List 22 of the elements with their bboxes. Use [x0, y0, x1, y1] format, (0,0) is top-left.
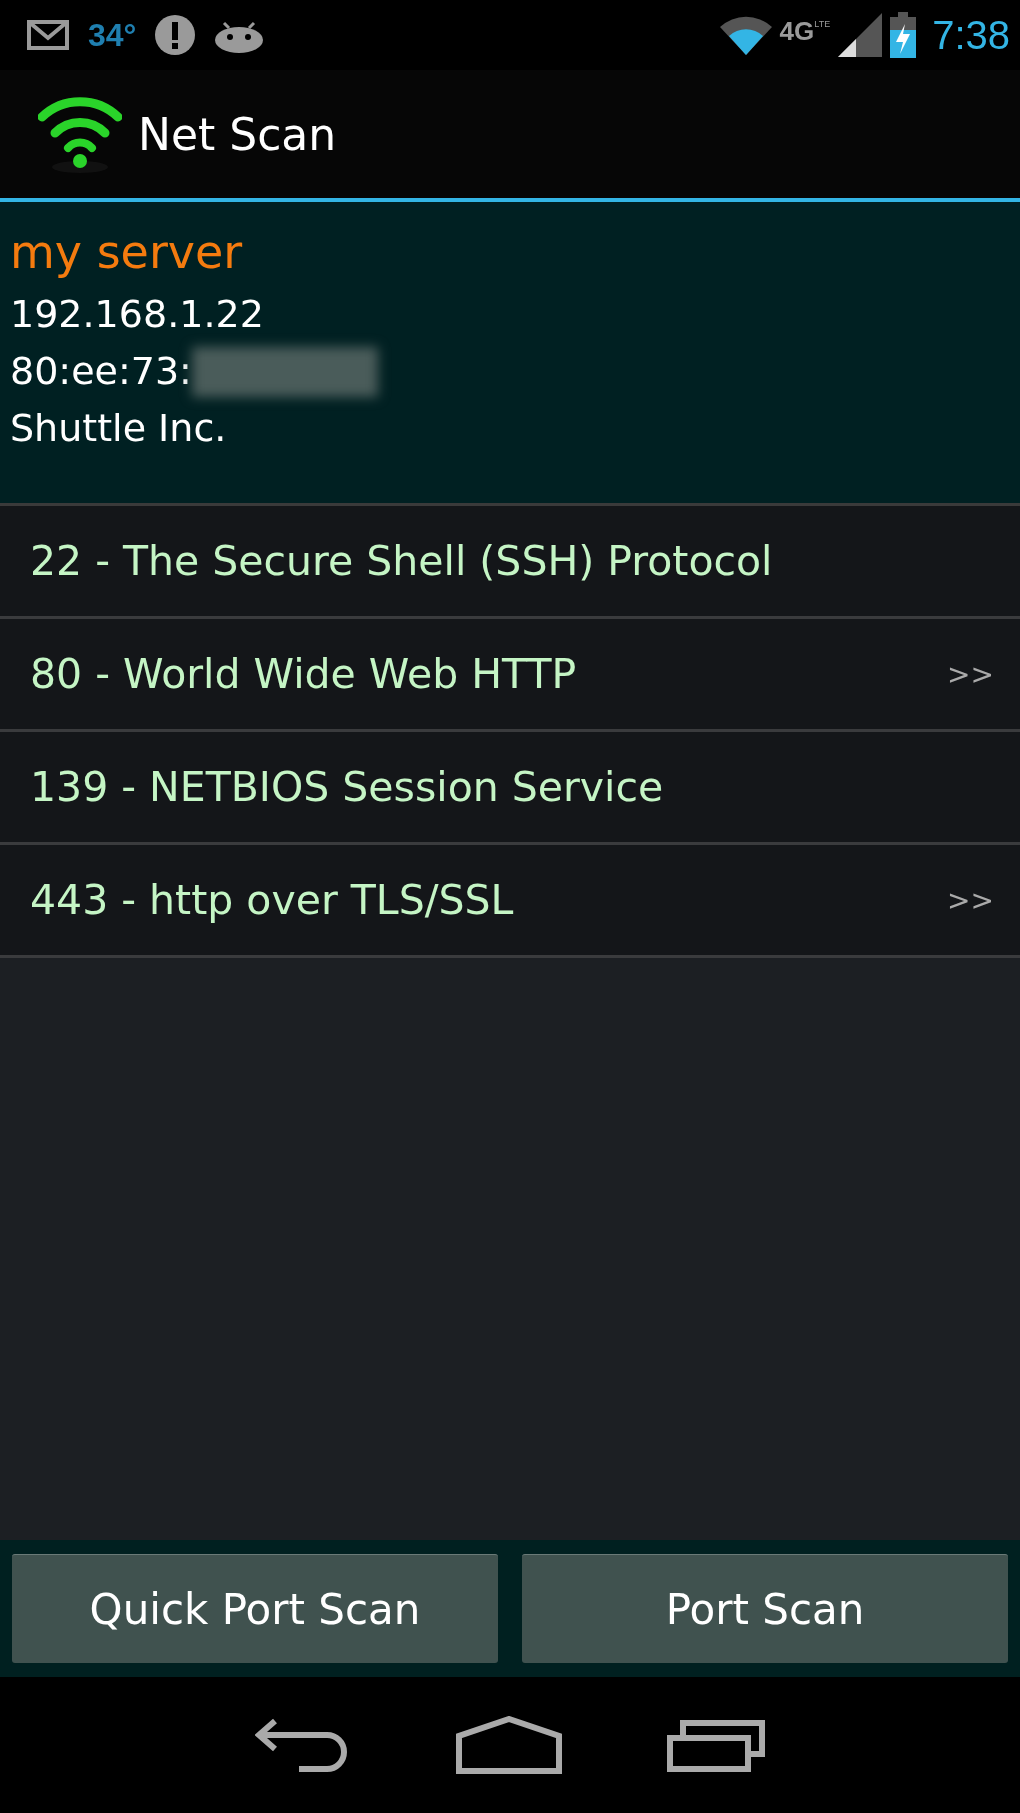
- clock: 7:38: [932, 12, 1010, 58]
- temperature: 34°: [88, 16, 137, 54]
- port-row[interactable]: 22 - The Secure Shell (SSH) Protocol: [0, 506, 1020, 619]
- wifi-icon: [719, 15, 772, 55]
- scan-button[interactable]: Quick Port Scan: [12, 1554, 498, 1663]
- recent-apps-icon[interactable]: [667, 1718, 765, 1772]
- signal-icon: [838, 13, 883, 57]
- ip-address: 192.168.1.22: [10, 291, 264, 338]
- home-icon[interactable]: [456, 1716, 562, 1774]
- port-row[interactable]: 139 - NETBIOS Session Service: [0, 732, 1020, 845]
- alert-icon: [154, 14, 197, 56]
- scan-button[interactable]: Port Scan: [522, 1554, 1008, 1663]
- battery-icon: [890, 12, 917, 58]
- port-row[interactable]: 80 - World Wide Web HTTP >>: [0, 619, 1020, 732]
- vendor-name: Shuttle Inc.: [10, 405, 227, 452]
- mac-address: 80:ee:73:: [10, 348, 192, 395]
- host-name: my server: [10, 224, 243, 281]
- network-subtype: LTE: [814, 18, 831, 29]
- app-title: Net Scan: [138, 108, 337, 160]
- network-type: 4G: [779, 15, 815, 47]
- mail-icon: [26, 19, 70, 51]
- port-row[interactable]: 443 - http over TLS/SSL >>: [0, 845, 1020, 958]
